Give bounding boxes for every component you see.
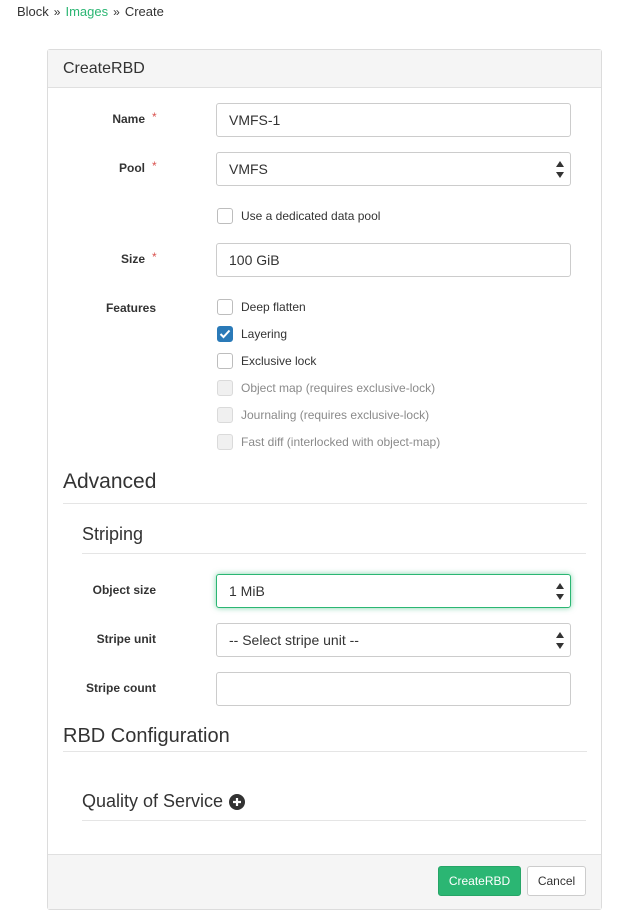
create-rbd-button[interactable]: CreateRBD xyxy=(438,866,521,896)
qos-heading[interactable]: Quality of Service xyxy=(82,791,246,812)
object-size-select[interactable]: 1 MiB xyxy=(216,574,571,608)
rbd-configuration-divider xyxy=(63,751,587,752)
cancel-button[interactable]: Cancel xyxy=(527,866,586,896)
journaling-checkbox xyxy=(217,407,233,423)
exclusive-lock-label[interactable]: Exclusive lock xyxy=(241,354,316,368)
breadcrumb: Block » Images » Create xyxy=(17,4,164,19)
object-map-checkbox xyxy=(217,380,233,396)
data-pool-checkbox[interactable] xyxy=(217,208,233,224)
striping-divider xyxy=(82,553,586,554)
stripe-unit-select[interactable]: -- Select stripe unit -- xyxy=(216,623,571,657)
checkmark-icon xyxy=(219,329,231,339)
fast-diff-label: Fast diff (interlocked with object-map) xyxy=(241,435,441,449)
stripe-count-label: Stripe count xyxy=(85,681,156,695)
select-arrows-icon xyxy=(556,583,564,600)
layering-label[interactable]: Layering xyxy=(241,327,287,341)
breadcrumb-item-create: Create xyxy=(124,4,164,19)
double-chevron-right-icon: » xyxy=(53,4,61,19)
create-rbd-panel: CreateRBD Name * VMFS-1 Pool * VMFS Use … xyxy=(47,49,602,910)
features-label: Features xyxy=(105,301,156,315)
stripe-unit-label: Stripe unit xyxy=(96,632,156,646)
panel-footer: CreateRBD Cancel xyxy=(48,854,601,909)
deep-flatten-checkbox[interactable] xyxy=(217,299,233,315)
exclusive-lock-checkbox[interactable] xyxy=(217,353,233,369)
qos-divider xyxy=(82,820,586,821)
size-label: Size xyxy=(120,252,145,266)
size-input-value: 100 GiB xyxy=(229,252,280,268)
stripe-count-input[interactable] xyxy=(216,672,571,706)
name-input[interactable]: VMFS-1 xyxy=(216,103,571,137)
select-arrows-icon xyxy=(556,632,564,649)
advanced-divider xyxy=(63,503,587,504)
rbd-configuration-heading: RBD Configuration xyxy=(63,725,230,747)
name-label: Name xyxy=(112,112,145,126)
required-marker: * xyxy=(152,159,157,173)
pool-select[interactable]: VMFS xyxy=(216,152,571,186)
object-size-select-value: 1 MiB xyxy=(229,583,265,599)
name-input-value: VMFS-1 xyxy=(229,112,281,128)
breadcrumb-item-block[interactable]: Block xyxy=(17,4,49,19)
breadcrumb-item-images[interactable]: Images xyxy=(65,4,108,19)
fast-diff-checkbox xyxy=(217,434,233,450)
qos-heading-label: Quality of Service xyxy=(82,791,224,811)
required-marker: * xyxy=(152,250,157,264)
deep-flatten-label[interactable]: Deep flatten xyxy=(241,300,306,314)
object-size-label: Object size xyxy=(92,583,156,597)
required-marker: * xyxy=(152,110,157,124)
plus-circle-icon[interactable] xyxy=(229,793,246,810)
object-map-label: Object map (requires exclusive-lock) xyxy=(241,381,436,395)
advanced-heading: Advanced xyxy=(63,470,157,493)
double-chevron-right-icon: » xyxy=(113,4,120,19)
panel-title: CreateRBD xyxy=(48,50,601,88)
pool-select-value: VMFS xyxy=(229,161,268,177)
pool-label: Pool xyxy=(119,161,145,175)
striping-heading: Striping xyxy=(82,524,144,544)
journaling-label: Journaling (requires exclusive-lock) xyxy=(241,408,430,422)
size-input[interactable]: 100 GiB xyxy=(216,243,571,277)
select-arrows-icon xyxy=(556,161,564,178)
layering-checkbox[interactable] xyxy=(217,326,233,342)
data-pool-label[interactable]: Use a dedicated data pool xyxy=(241,209,380,223)
stripe-unit-select-value: -- Select stripe unit -- xyxy=(229,632,359,648)
